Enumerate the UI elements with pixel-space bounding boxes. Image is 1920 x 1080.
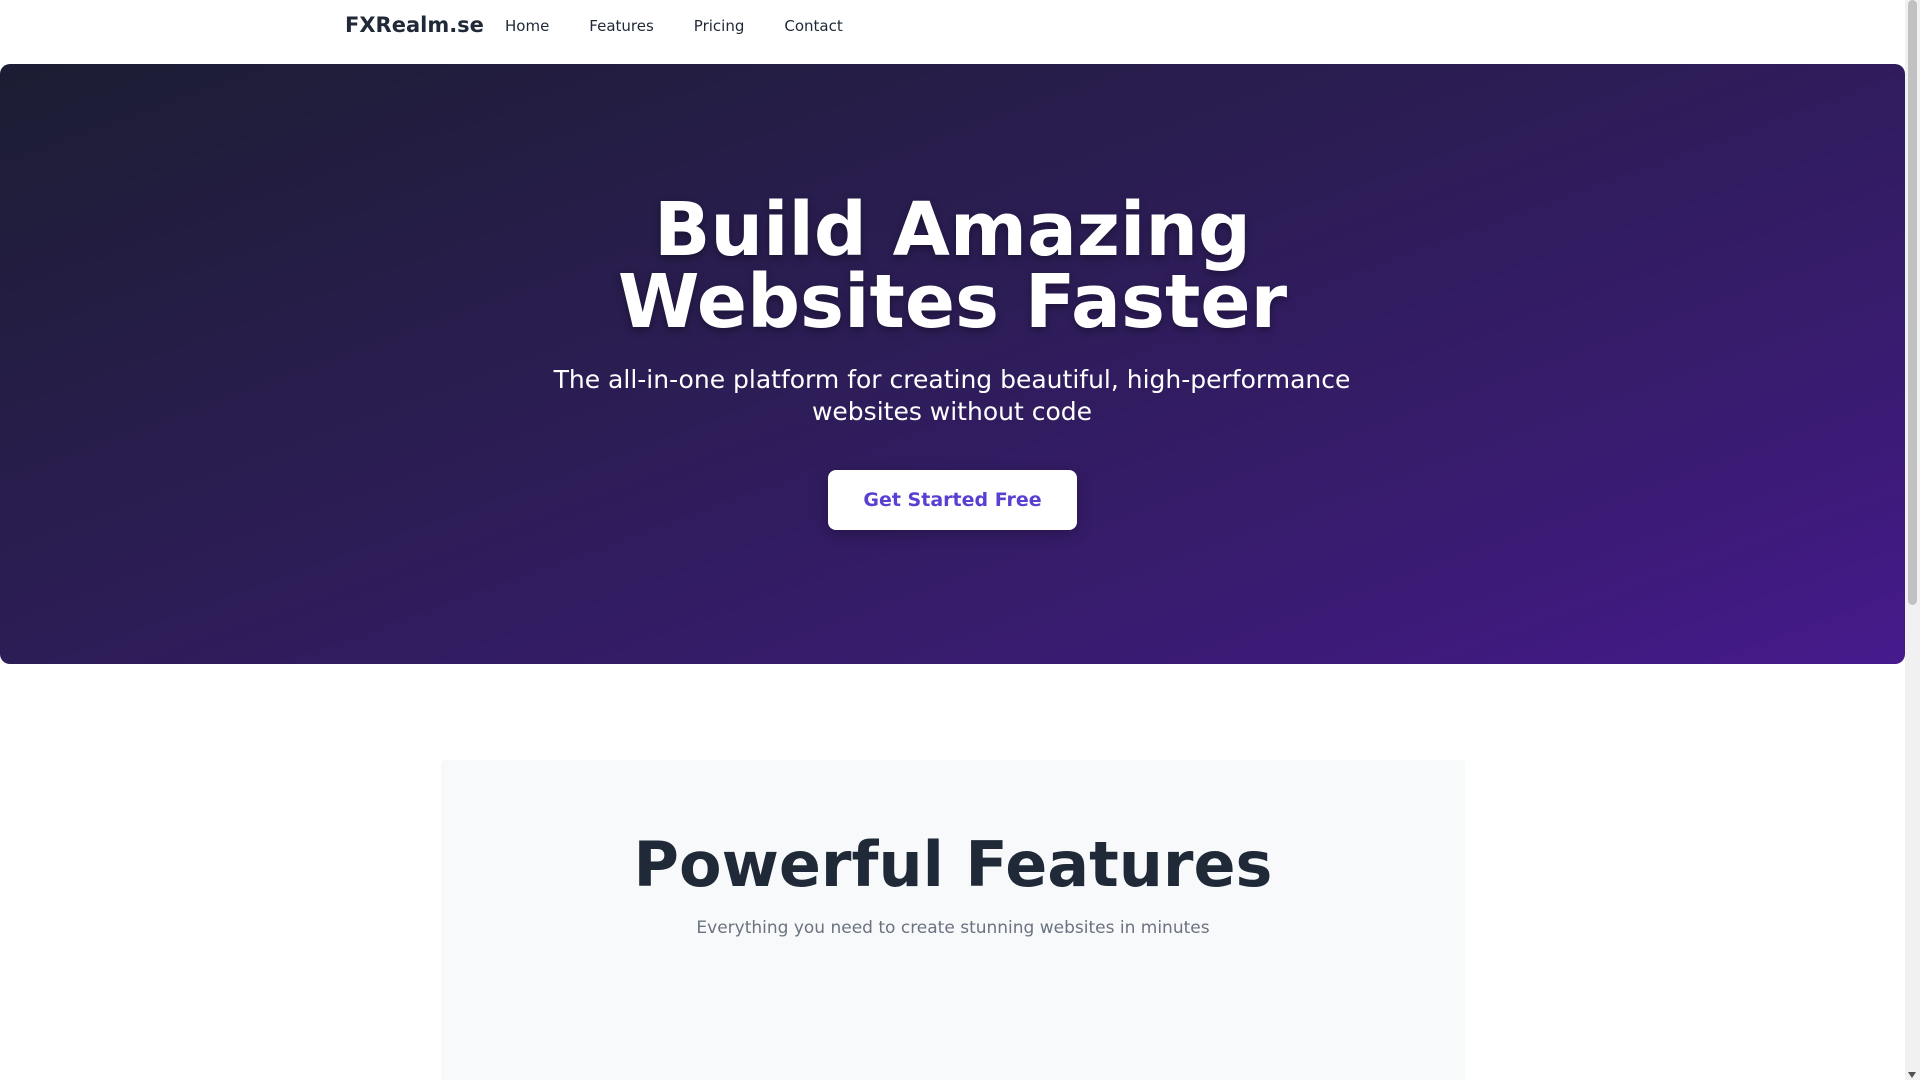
hero-section: Build Amazing Websites Faster The all-in… bbox=[0, 64, 1905, 664]
scroll-down-arrow-icon[interactable] bbox=[1908, 1072, 1916, 1078]
page-viewport: FXRealm.se Home Features Pricing Contact… bbox=[0, 0, 1905, 1080]
nav-link-home[interactable]: Home bbox=[505, 17, 549, 35]
nav-link-features[interactable]: Features bbox=[589, 17, 654, 35]
hero-subtitle: The all-in-one platform for creating bea… bbox=[553, 365, 1351, 426]
brand-logo[interactable]: FXRealm.se bbox=[345, 13, 484, 37]
features-title: Powerful Features bbox=[633, 828, 1273, 901]
features-subtitle: Everything you need to create stunning w… bbox=[696, 918, 1210, 938]
nav-link-contact[interactable]: Contact bbox=[784, 17, 842, 35]
scrollbar-thumb[interactable] bbox=[1908, 0, 1917, 605]
vertical-scrollbar[interactable] bbox=[1905, 0, 1920, 1080]
hero-title: Build Amazing Websites Faster bbox=[0, 193, 1905, 339]
features-section: Powerful Features Everything you need to… bbox=[441, 760, 1465, 1080]
get-started-button[interactable]: Get Started Free bbox=[828, 470, 1077, 530]
hero-title-line-2: Websites Faster bbox=[617, 259, 1288, 345]
nav-link-pricing[interactable]: Pricing bbox=[694, 17, 745, 35]
nav-links: Home Features Pricing Contact bbox=[505, 17, 883, 35]
top-navbar: FXRealm.se Home Features Pricing Contact bbox=[0, 0, 1905, 64]
